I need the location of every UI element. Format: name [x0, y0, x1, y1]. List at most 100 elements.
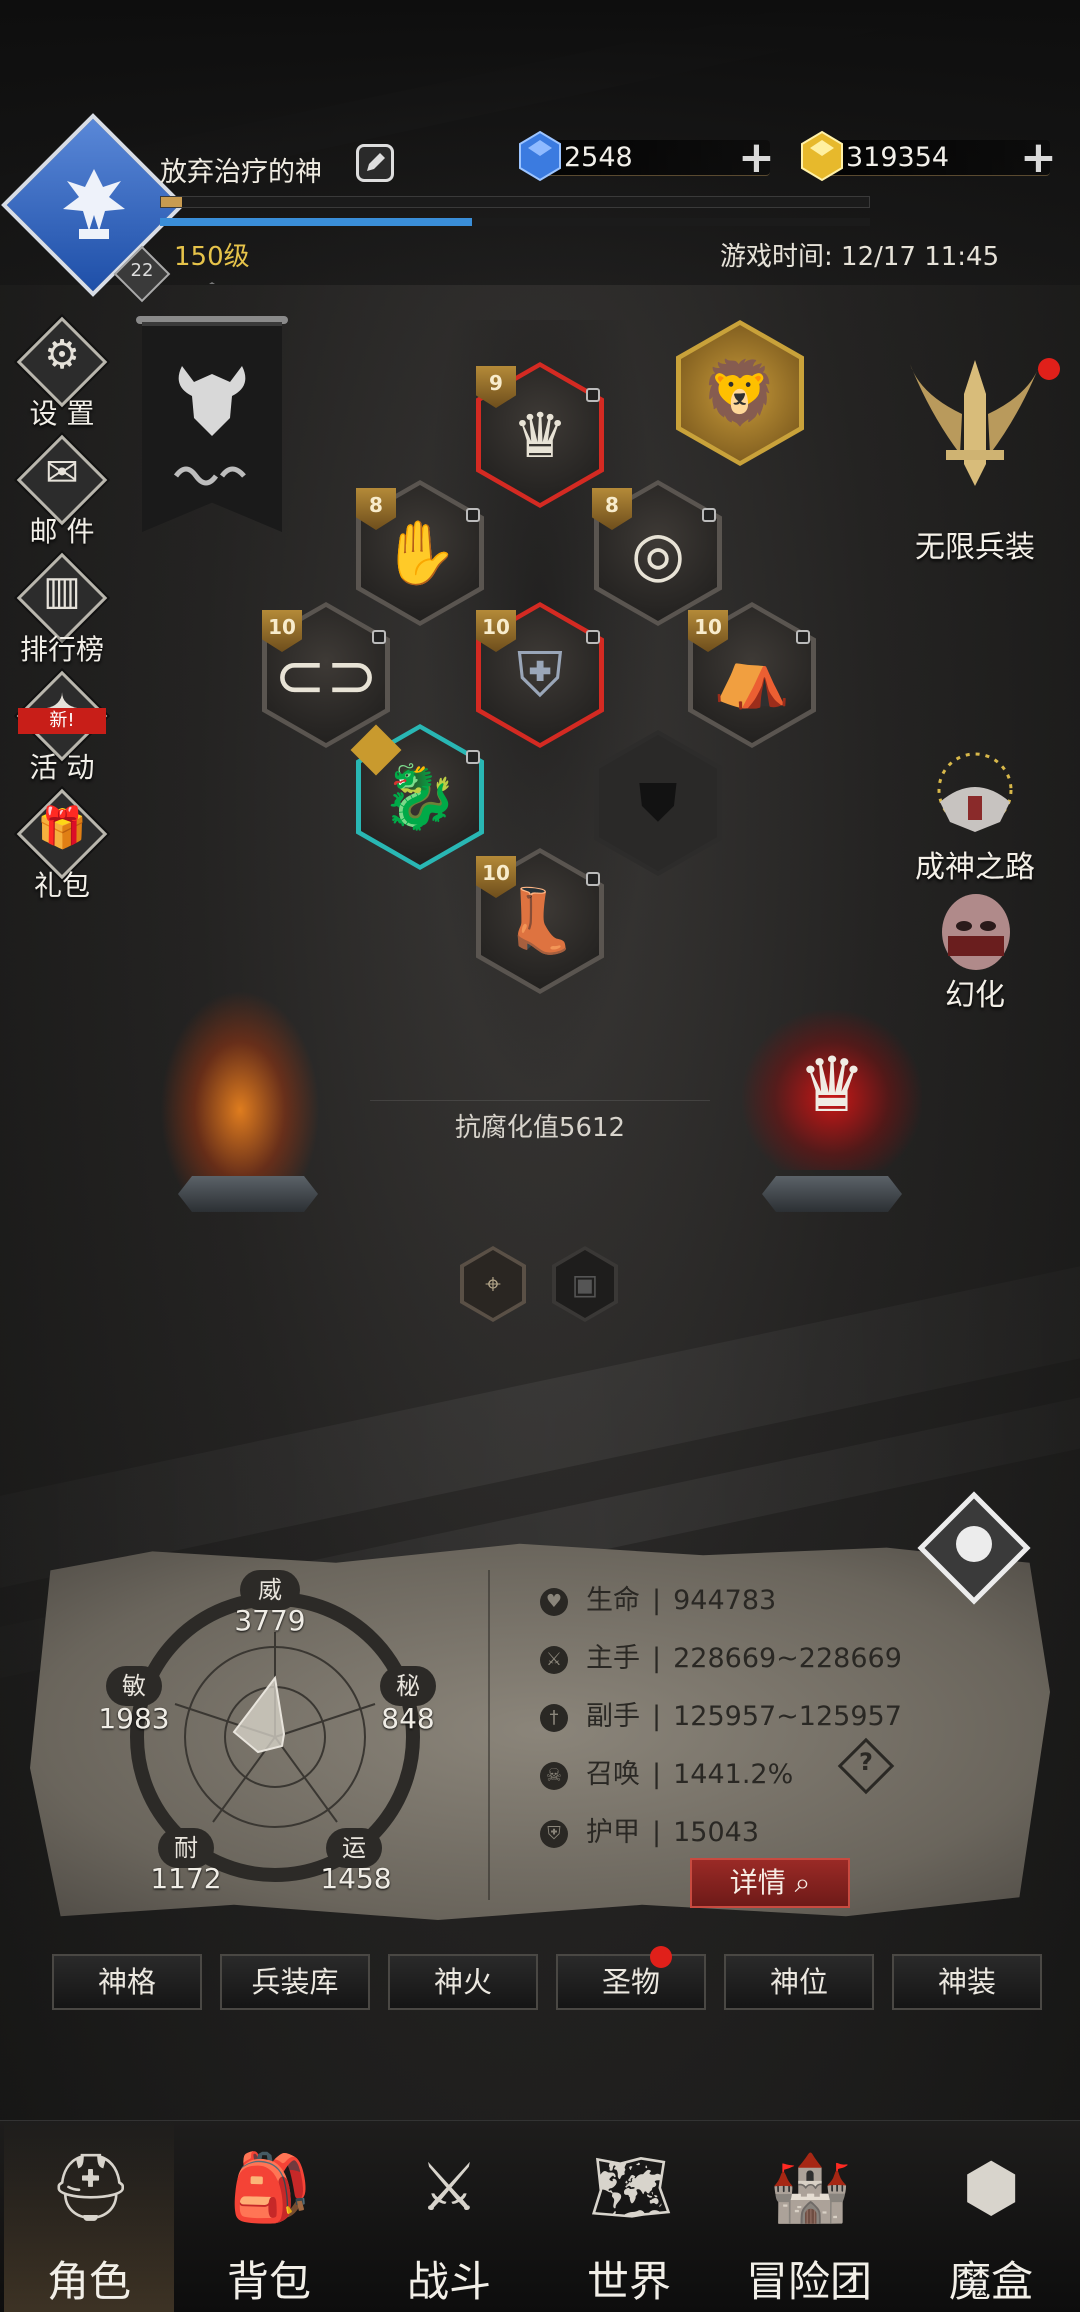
ring-lock-icon: [702, 508, 716, 522]
location-pin-icon: ⌖: [464, 1250, 522, 1318]
boots-lock-icon: [586, 872, 600, 886]
infinite-weapon-label: 无限兵装: [915, 530, 1035, 565]
avatar-emblem-icon: [52, 162, 136, 248]
tab-divine-fire[interactable]: 神火: [388, 1954, 538, 2010]
attr-mi-value: 848: [381, 1702, 435, 1735]
tab-relics[interactable]: 圣物: [556, 1954, 706, 2010]
summon-icon: ☠: [540, 1761, 568, 1790]
cloak-lock-icon: [796, 630, 810, 644]
mask-icon: [942, 894, 1010, 970]
path-to-god-button[interactable]: [930, 752, 1020, 842]
mana-bar-fill: [160, 218, 472, 226]
magnifier-icon: ⌕: [785, 1866, 811, 1899]
gloves-lock-icon: [466, 508, 480, 522]
edit-name-icon[interactable]: [356, 144, 394, 182]
crown-icon: ♛: [512, 398, 568, 472]
details-button[interactable]: 详情 ⌕: [690, 1858, 850, 1908]
winged-sword-icon: [910, 360, 1040, 486]
ranking-button[interactable]: ▥ 排行榜: [16, 552, 108, 666]
sword-icon: ⚔: [540, 1645, 568, 1674]
exp-bar: [160, 196, 870, 208]
add-gold-button[interactable]: +: [1020, 136, 1057, 180]
diamond-icon: [516, 130, 564, 182]
crown-pedestal: [762, 1176, 902, 1212]
fire-pedestal: [178, 1176, 318, 1212]
attr-yun-value: 1458: [320, 1862, 392, 1895]
tab-divine-rank[interactable]: 神位: [724, 1954, 874, 2010]
winged-helm-icon: [937, 752, 1013, 832]
transform-button[interactable]: [934, 892, 1018, 976]
location-button[interactable]: ⌖: [460, 1246, 526, 1322]
game-time: 游戏时间: 12/17 11:45: [720, 242, 1000, 272]
crown-relic[interactable]: ♛: [742, 1010, 922, 1170]
corruption-resistance: 抗腐化值5612: [370, 1100, 710, 1144]
ring-icon: ◎: [630, 516, 686, 590]
tab-divinity[interactable]: 神格: [52, 1954, 202, 2010]
stat-row-off-hand: † 副手 | 125957~125957: [540, 1694, 902, 1733]
helmet-lock-icon: [586, 388, 600, 402]
gift-icon: 🎁: [37, 805, 87, 851]
tab-armory[interactable]: 兵装库: [220, 1954, 370, 2010]
player-level: 150级: [174, 242, 250, 272]
infinite-weapon-button[interactable]: [900, 354, 1050, 504]
player-name: 放弃治疗的神: [160, 157, 322, 188]
event-button[interactable]: ✦ 新! 活 动: [16, 670, 108, 784]
diamond-amount: 2548: [564, 142, 633, 173]
transform-label: 幻化: [945, 978, 1005, 1013]
lock-icon: ▣: [556, 1250, 614, 1318]
dragon-icon: 🐉: [381, 760, 459, 833]
settings-button[interactable]: ⚙ 设 置: [16, 316, 108, 430]
helmet-icon: ⛑: [49, 2149, 133, 2226]
stat-row-hp: ♥ 生命 | 944783: [540, 1578, 776, 1617]
ranking-icon: ▥: [43, 568, 81, 614]
shield-sword-icon: ⚔: [419, 2149, 479, 2226]
gauntlet-icon: ✋: [381, 516, 459, 589]
new-badge: 新!: [18, 708, 106, 734]
attr-mi-label: 秘: [380, 1666, 436, 1706]
cloak-icon: ⛺: [713, 638, 791, 711]
crown-relic-icon: ♛: [797, 1040, 867, 1129]
belt-lock-icon: [372, 630, 386, 644]
avatar-level-text: 22: [130, 260, 154, 281]
codex-orb-icon: [956, 1526, 992, 1562]
nav-magic-box[interactable]: ⬢ 魔盒: [906, 2120, 1076, 2312]
nav-backpack[interactable]: 🎒 背包: [184, 2120, 354, 2312]
gift-pack-button[interactable]: 🎁 礼包: [16, 788, 108, 902]
gold-gem-icon: [798, 130, 846, 182]
stats-divider: [488, 1570, 490, 1900]
envelope-icon: ✉: [45, 450, 79, 496]
nav-battle[interactable]: ⚔ 战斗: [364, 2120, 534, 2312]
shield-icon: ⛊: [638, 772, 678, 833]
help-icon: ?: [859, 1748, 873, 1776]
chest-armor-icon: ⛨: [516, 638, 564, 711]
castle-icon: 🏰: [769, 2149, 852, 2226]
nav-character[interactable]: ⛑ 角色: [4, 2120, 174, 2312]
gold-amount: 319354: [846, 142, 950, 173]
attr-wei-value: 3779: [234, 1604, 306, 1637]
boots-icon: 👢: [501, 884, 579, 957]
add-diamond-button[interactable]: +: [738, 136, 775, 180]
attr-nai-value: 1172: [150, 1862, 222, 1895]
armor-lock-icon: [586, 630, 600, 644]
attr-min-label: 敏: [106, 1666, 162, 1706]
armor-icon: ⛨: [540, 1819, 568, 1848]
stat-row-armor: ⛨ 护甲 | 15043: [540, 1810, 759, 1849]
nav-adventure-team[interactable]: 🏰 冒险团: [724, 2120, 894, 2312]
lion-emblem-button[interactable]: 🦁: [676, 320, 804, 466]
tab-divine-gear[interactable]: 神装: [892, 1954, 1042, 2010]
path-to-god-label: 成神之路: [915, 850, 1035, 885]
attr-min-value: 1983: [98, 1702, 170, 1735]
relics-notification-dot: [650, 1946, 672, 1968]
gear-icon: ⚙: [44, 332, 80, 378]
guild-banner[interactable]: [142, 322, 282, 532]
nav-world[interactable]: 🗺 世界: [544, 2120, 714, 2312]
exp-bar-fill: [161, 197, 182, 207]
fire-relic[interactable]: [160, 990, 320, 1190]
lock-button[interactable]: ▣: [552, 1246, 618, 1322]
belt-icon: ⊂⊃: [274, 638, 378, 712]
stat-row-main-hand: ⚔ 主手 | 228669~228669: [540, 1636, 902, 1675]
mail-button[interactable]: ✉ 邮 件: [16, 434, 108, 548]
cube-icon: ⬢: [962, 2149, 1020, 2226]
map-icon: 🗺: [589, 2149, 673, 2226]
pet-lock-icon: [466, 750, 480, 764]
